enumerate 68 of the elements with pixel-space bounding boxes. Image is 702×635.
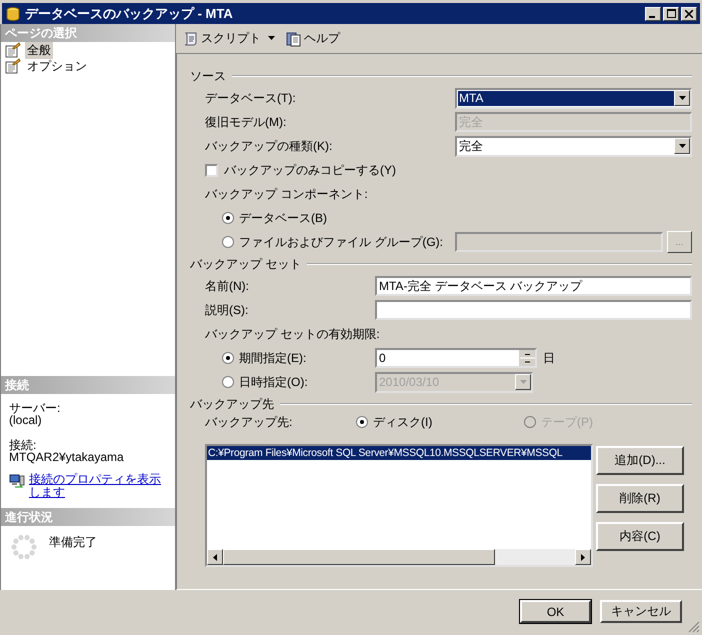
radio-label: ファイルおよびファイル グループ(G): [239, 234, 443, 250]
radio-label: 日時指定(O): [239, 374, 308, 390]
document-icon [286, 30, 302, 46]
field-label: データベース(T): [204, 90, 297, 106]
radio-button[interactable] [356, 416, 368, 428]
unit-label: 日 [543, 350, 555, 366]
field-label: バックアップ コンポーネント: [204, 186, 368, 202]
radio-button[interactable] [222, 236, 234, 248]
spinner-icon[interactable] [519, 350, 535, 366]
section-header: 進行状況 [1, 508, 175, 526]
connection-label: 接続: [9, 439, 38, 451]
dialog-button[interactable]: キャンセル [600, 600, 682, 623]
window-title: データベースのバックアップ - MTA [25, 4, 234, 22]
field-label: バックアップ先: [205, 414, 294, 430]
checkbox[interactable] [205, 164, 218, 176]
scroll-left-icon[interactable] [207, 549, 223, 565]
field-label: バックアップの種類(K): [204, 138, 334, 154]
radio-button[interactable] [222, 352, 234, 364]
action-button[interactable]: 内容(C) [596, 522, 684, 551]
page-icon [5, 58, 21, 74]
horizontal-scrollbar[interactable] [207, 549, 591, 565]
field-label: 復旧モデル(M): [204, 114, 288, 130]
radio-button[interactable] [222, 376, 234, 388]
radio-label: ディスク(I) [373, 414, 432, 430]
computer-icon [9, 473, 25, 489]
destination-list[interactable]: C:¥Program Files¥Microsoft SQL Server¥MSSQL10.MSSQLSERVER¥MSSQL [205, 444, 593, 567]
scroll-right-icon[interactable] [575, 549, 591, 565]
maximize-icon[interactable] [663, 6, 679, 20]
server-value: (local) [9, 414, 43, 426]
field-label: 説明(S): [204, 302, 250, 318]
close-icon[interactable] [681, 6, 697, 20]
toolbar-button[interactable]: スクリプト [181, 30, 278, 47]
file-group-field[interactable] [455, 232, 663, 252]
connection-properties-link[interactable]: 接続のプロパティを表示します [29, 473, 161, 499]
section-header: 接続 [1, 376, 175, 394]
radio-label: 期間指定(E): [239, 350, 306, 366]
scroll-icon [183, 30, 199, 46]
field-label: 名前(N): [204, 278, 250, 294]
radio-button[interactable] [222, 212, 234, 224]
scroll-thumb[interactable] [223, 549, 495, 565]
status-text: 準備完了 [49, 534, 97, 551]
sidebar-item[interactable]: オプション [25, 58, 89, 74]
toolbar-button[interactable]: ヘルプ [284, 30, 342, 47]
checkbox-label: バックアップのみコピーする(Y) [224, 162, 396, 178]
section-title: ソース [190, 68, 226, 84]
name-field[interactable]: MTA-完全 データベース バックアップ [375, 276, 692, 296]
description-field[interactable] [375, 300, 692, 320]
caret-icon [267, 36, 276, 41]
dialog-button[interactable]: OK [520, 600, 591, 623]
field-label: バックアップ セットの有効期限: [204, 326, 380, 342]
backup-type-dropdown[interactable]: 完全 [455, 136, 692, 156]
server-label: サーバー: [9, 402, 62, 414]
database-icon [5, 6, 21, 22]
page-icon [5, 42, 21, 58]
days-field[interactable]: 0 [375, 348, 537, 368]
section-header: ページの選択 [1, 24, 175, 42]
resize-grip-icon[interactable] [688, 621, 700, 633]
minimize-icon[interactable] [645, 6, 661, 20]
action-button[interactable]: 削除(R) [596, 484, 684, 513]
sidebar-item[interactable]: 全般 [25, 42, 53, 58]
section-title: バックアップ先 [190, 396, 274, 412]
spinner-icon [11, 534, 37, 560]
connection-value: MTQAR2¥ytakayama [9, 451, 125, 463]
section-title: バックアップ セット [190, 256, 302, 272]
radio-label: データベース(B) [239, 210, 327, 226]
database-dropdown[interactable]: MTA [455, 88, 692, 108]
list-item[interactable]: C:¥Program Files¥Microsoft SQL Server¥MSSQL10.MSSQLSERVER¥MSSQL [207, 446, 591, 460]
action-button[interactable]: 追加(D)... [596, 446, 684, 475]
